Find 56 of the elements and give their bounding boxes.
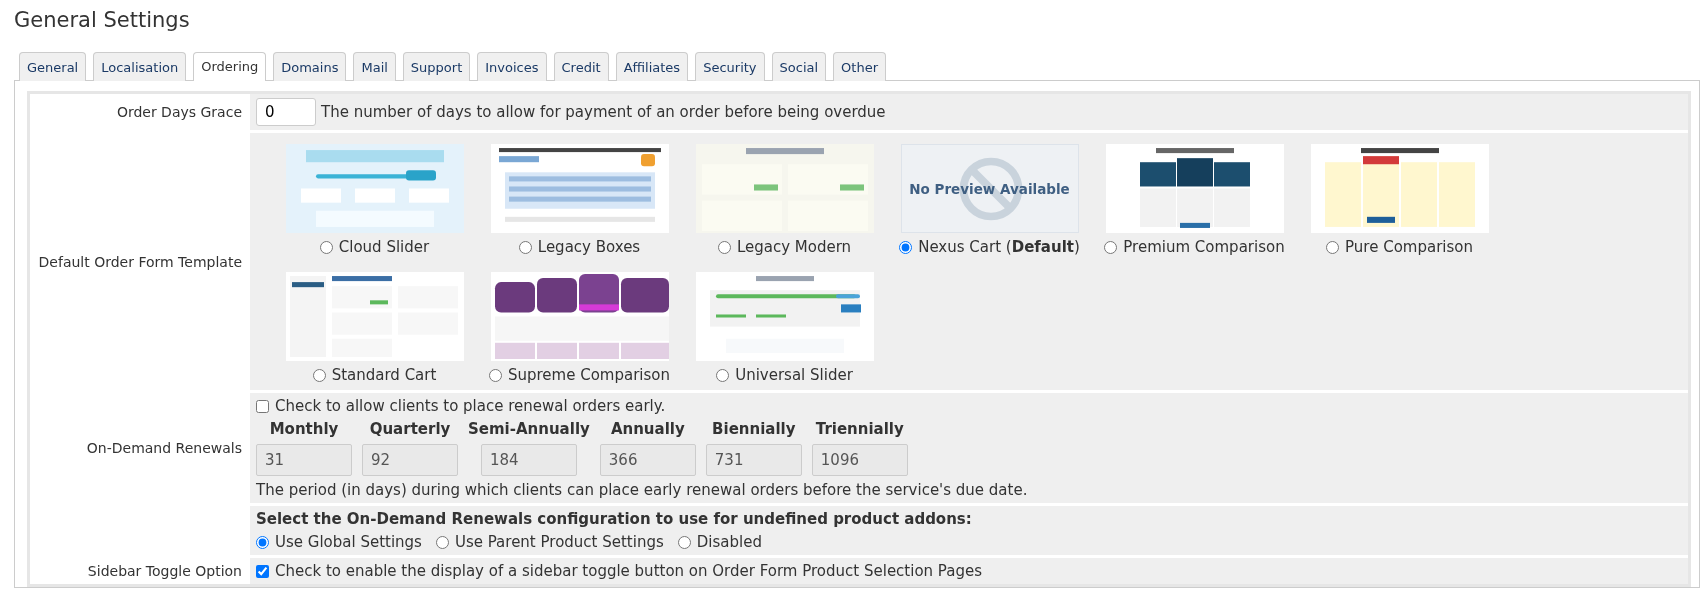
field-label: Sidebar Toggle Option xyxy=(87,563,242,579)
checkbox[interactable] xyxy=(256,399,269,413)
radio-button[interactable] xyxy=(1326,240,1340,254)
option-label: Disabled xyxy=(696,533,762,551)
period-heading: Quarterly xyxy=(369,420,451,438)
input-field[interactable]: 0 xyxy=(256,98,316,126)
option-label: Premium Comparison xyxy=(1123,238,1285,256)
period-heading: Monthly xyxy=(269,420,339,438)
radio-button[interactable] xyxy=(319,240,333,254)
help-text: The number of days to allow for payment of an order before being overdue xyxy=(321,103,886,121)
option-label: Pure Comparison xyxy=(1345,238,1473,256)
tab[interactable]: Affiliates xyxy=(615,52,689,81)
radio-button[interactable] xyxy=(256,535,269,549)
checkbox[interactable] xyxy=(256,564,269,578)
radio-button[interactable] xyxy=(518,240,532,254)
checkbox-label: Check to allow clients to place renewal orders early. xyxy=(275,397,666,415)
radio-button[interactable] xyxy=(312,368,326,382)
tab[interactable]: Invoices xyxy=(477,52,547,81)
field-label: Order Days Grace xyxy=(116,104,242,120)
period-heading: Biennially xyxy=(712,420,796,438)
option-label: Use Global Settings xyxy=(275,533,422,551)
tab[interactable]: Other xyxy=(833,52,886,81)
tab[interactable]: Ordering xyxy=(193,52,267,81)
tab[interactable]: Mail xyxy=(353,52,396,81)
help-text: The period (in days) during which clients can place early renewal orders before the service's due date. xyxy=(256,481,1028,499)
option-label: Supreme Comparison xyxy=(507,366,670,384)
option-label: Use Parent Product Settings xyxy=(454,533,664,551)
option-label: Legacy Boxes xyxy=(537,238,641,256)
radio-button[interactable] xyxy=(488,368,502,382)
tab[interactable]: Credit xyxy=(553,52,609,81)
radio-button[interactable] xyxy=(717,240,731,254)
page-title: General Settings xyxy=(14,8,191,32)
radio-button[interactable] xyxy=(899,240,913,254)
period-heading: Triennially xyxy=(815,420,904,438)
option-label: Legacy Modern xyxy=(736,238,852,256)
field-label: On-Demand Renewals xyxy=(86,440,242,456)
tab[interactable]: General xyxy=(19,52,87,81)
tab[interactable]: Domains xyxy=(273,52,347,81)
field-label: Default Order Form Template xyxy=(38,253,242,270)
option-label: Cloud Slider xyxy=(338,238,430,256)
period-heading: Annually xyxy=(610,420,685,438)
tab[interactable]: Security xyxy=(695,52,765,81)
tab[interactable]: Social xyxy=(771,52,827,81)
option-label: Nexus Cart (Default) xyxy=(918,238,1080,256)
period-heading: Semi-Annually xyxy=(468,420,590,438)
option-label: Standard Cart xyxy=(331,366,437,384)
tab[interactable]: Support xyxy=(402,52,471,81)
radio-button[interactable] xyxy=(1104,240,1118,254)
checkbox-label: Check to enable the display of a sidebar toggle button on Order Form Product Selection Pages xyxy=(275,562,982,580)
no-preview-text: No Preview Available xyxy=(909,180,1070,197)
radio-button[interactable] xyxy=(716,368,730,382)
tab[interactable]: Localisation xyxy=(93,52,187,81)
option-label: Universal Slider xyxy=(735,366,853,384)
radio-button[interactable] xyxy=(677,535,691,549)
radio-button[interactable] xyxy=(435,535,449,549)
section-heading: Select the On-Demand Renewals configuration to use for undefined product addons: xyxy=(256,510,972,528)
